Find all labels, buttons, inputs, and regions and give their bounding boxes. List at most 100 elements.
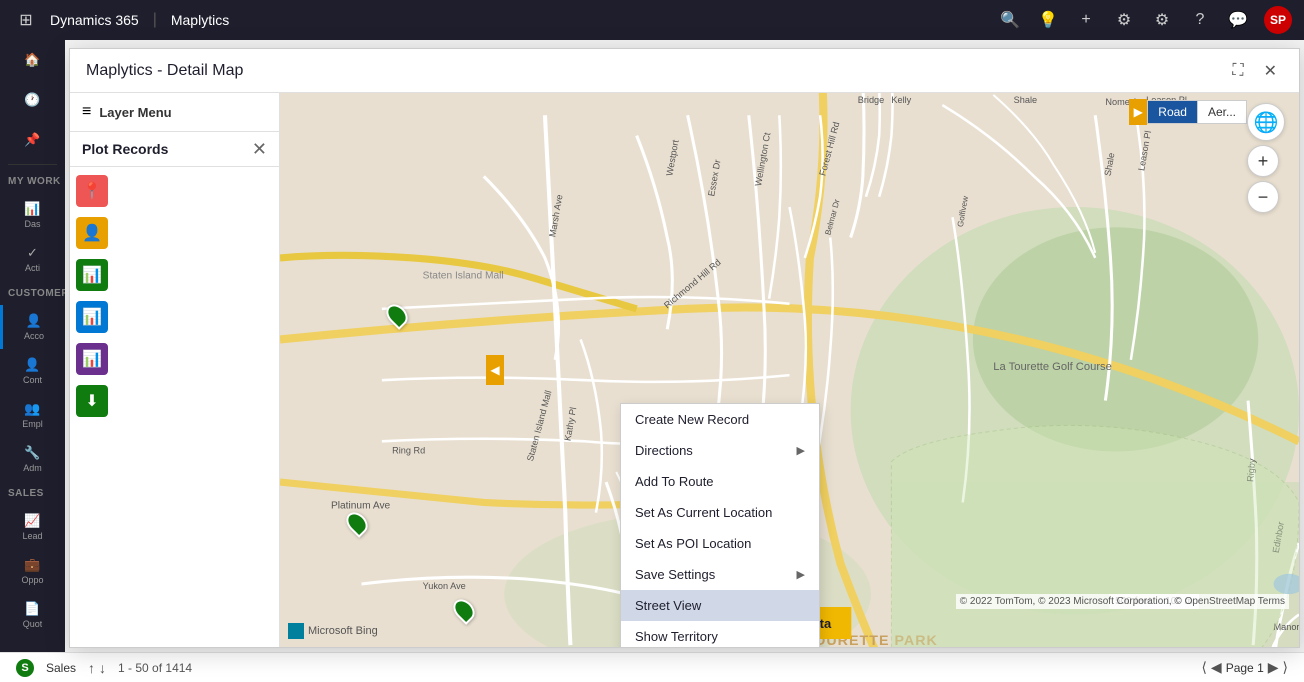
current-view-label: Sales [46,661,76,675]
sidebar-item-opportunities[interactable]: 💼 Oppo [0,549,65,593]
context-street-view[interactable]: Street View [621,590,819,621]
sidebar-item-home[interactable]: 🏠 [0,40,65,80]
employees-label: Empl [22,419,43,429]
grid-icon: ⊞ [19,10,32,30]
layer-item-1[interactable]: 👤 [70,213,279,253]
sidebar-item-contacts[interactable]: 👤 Cont [0,349,65,393]
layer-item-4[interactable]: 📊 [70,339,279,379]
my-work-section: My Work [0,169,65,193]
activities-icon: ✓ [27,245,38,261]
bing-label: Microsoft Bing [308,625,378,637]
sales-section: Sales [0,481,65,505]
filter-icon[interactable]: ⚙ [1112,8,1136,32]
modal-header: Maplytics - Detail Map ⛶ ✕ [70,49,1299,93]
sidebar-item-accounts[interactable]: 👤 Acco [0,305,65,349]
add-icon[interactable]: + [1074,8,1098,32]
app-grid-button[interactable]: ⊞ [12,6,40,34]
context-save-settings[interactable]: Save Settings ▶ [621,559,819,590]
layer-menu-icon: ≡ [82,103,91,121]
opportunities-label: Oppo [21,575,43,585]
plot-records-close-button[interactable]: ✕ [252,140,267,158]
context-directions[interactable]: Directions ▶ [621,435,819,466]
layer-item-5[interactable]: ⬇ [70,381,279,421]
map-pin-3[interactable] [455,598,473,622]
map-type-road-button[interactable]: Road [1148,101,1197,123]
globe-icon: 🌐 [1254,110,1279,135]
search-icon[interactable]: 🔍 [998,8,1022,32]
layer-item-2[interactable]: 📊 [70,255,279,295]
accounts-label: Acco [24,331,44,341]
layer-icon-2: 📊 [76,259,108,291]
context-set-poi-location[interactable]: Set As POI Location [621,528,819,559]
page-next-button[interactable]: ▶ [1268,659,1279,676]
leads-icon: 📈 [24,513,40,529]
settings-icon[interactable]: ⚙ [1150,8,1174,32]
right-toggle[interactable]: ▶ [1129,99,1147,125]
chat-icon[interactable]: 💬 [1226,8,1250,32]
nav-divider: | [153,11,157,29]
plot-records-panel: Plot Records ✕ [70,132,279,167]
sidebar-item-leads[interactable]: 📈 Lead [0,505,65,549]
sidebar-item-quotes[interactable]: 📄 Quot [0,593,65,637]
opportunities-icon: 💼 [24,557,40,573]
sidebar-item-employees[interactable]: 👥 Empl [0,393,65,437]
modal-expand-button[interactable]: ⛶ [1226,60,1249,82]
svg-text:Yukon Ave: Yukon Ave [423,581,466,591]
layer-item-0[interactable]: 📍 [70,171,279,211]
user-avatar[interactable]: SP [1264,6,1292,34]
context-add-route[interactable]: Add To Route [621,466,819,497]
sidebar-item-pinned[interactable]: 📌 [0,120,65,160]
map-type-selector: Road Aer... [1147,100,1247,124]
globe-button[interactable]: 🌐 [1247,103,1285,141]
layer-icon-4: 📊 [76,343,108,375]
page-first-button[interactable]: ⟨ [1201,659,1206,676]
quotes-label: Quot [23,619,43,629]
zoom-out-button[interactable]: − [1247,181,1279,213]
page-prev-button[interactable]: ◀ [1211,659,1222,676]
contacts-label: Cont [23,375,42,385]
help-icon[interactable]: ? [1188,8,1212,32]
nav-up-button[interactable]: ↑ [88,660,95,676]
nav-down-button[interactable]: ↓ [99,660,106,676]
dashboard-icon: 📊 [24,201,40,217]
layer-icon-list: 📍 👤 📊 📊 📊 ⬇ [70,167,279,425]
record-navigation: ↑ ↓ [88,660,106,676]
modal-header-actions: ⛶ ✕ [1226,59,1283,83]
context-menu: Create New Record Directions ▶ Add To Ro… [620,403,820,647]
admin-icon: 🔧 [24,445,40,461]
map-type-aerial-button[interactable]: Aer... [1197,101,1246,123]
sidebar-item-recent[interactable]: 🕐 [0,80,65,120]
map-pin-2[interactable] [348,511,366,535]
svg-text:Shale: Shale [1014,95,1037,105]
modal-close-button[interactable]: ✕ [1258,59,1283,83]
context-create-record[interactable]: Create New Record [621,404,819,435]
map-pin-1[interactable] [388,303,406,327]
map-zoom-controls: 🌐 + − [1247,103,1285,213]
page-last-button[interactable]: ⟩ [1283,659,1288,676]
map-area[interactable]: Marsh Ave Westport Essex Dr Wellington C… [280,93,1299,647]
save-settings-arrow-icon: ▶ [797,568,805,581]
app-name: Dynamics 365 [50,12,139,28]
dashboard-label: Das [24,219,40,229]
modal-title: Maplytics - Detail Map [86,62,243,80]
zoom-in-button[interactable]: + [1247,145,1279,177]
modal-area: Maplytics - Detail Map ⛶ ✕ ≡ Layer Menu … [65,40,1304,652]
context-set-current-location[interactable]: Set As Current Location [621,497,819,528]
top-navigation-bar: ⊞ Dynamics 365 | Maplytics 🔍 💡 + ⚙ ⚙ ? 💬… [0,0,1304,40]
layer-icon-1: 👤 [76,217,108,249]
bing-logo: Microsoft Bing [288,623,378,639]
layer-item-3[interactable]: 📊 [70,297,279,337]
layer-panel-toggle[interactable]: ◀ [486,355,504,385]
accounts-icon: 👤 [26,313,42,329]
sidebar-item-activities[interactable]: ✓ Acti [0,237,65,281]
svg-text:Platinum Ave: Platinum Ave [331,501,391,512]
page-navigation: ⟨ ◀ Page 1 ▶ ⟩ [1201,659,1288,676]
lightbulb-icon[interactable]: 💡 [1036,8,1060,32]
sidebar-item-dashboard[interactable]: 📊 Das [0,193,65,237]
sidebar-item-admin[interactable]: 🔧 Adm [0,437,65,481]
layer-icon-3: 📊 [76,301,108,333]
detail-map-modal: Maplytics - Detail Map ⛶ ✕ ≡ Layer Menu … [69,48,1300,648]
context-show-territory[interactable]: Show Territory [621,621,819,647]
customers-section: Customers [0,281,65,305]
directions-arrow-icon: ▶ [797,444,805,457]
